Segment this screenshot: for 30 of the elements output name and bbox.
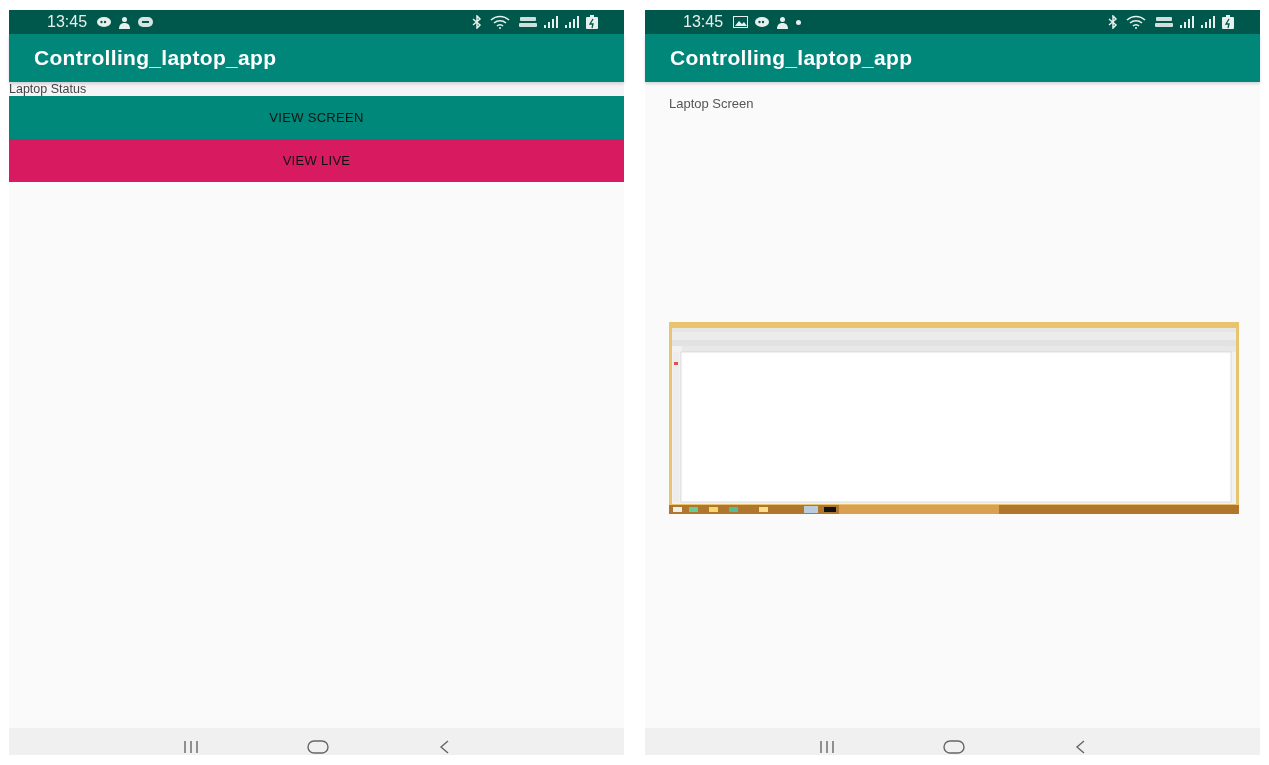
recent-apps-icon[interactable] <box>183 740 198 753</box>
battery-icon <box>1222 15 1234 29</box>
screen-label: Laptop Screen <box>668 95 755 111</box>
app-title: Controlling_laptop_app <box>34 46 277 70</box>
signal-icon <box>1180 16 1194 28</box>
person-icon <box>776 15 790 29</box>
back-icon[interactable] <box>1075 739 1086 754</box>
recent-apps-icon[interactable] <box>819 740 834 753</box>
view-button[interactable]: VIEW LIVE <box>9 139 624 182</box>
dot-icon <box>796 19 802 25</box>
bluetooth-icon <box>471 15 483 29</box>
chat-icon <box>97 17 112 27</box>
wifi-icon <box>1126 15 1148 29</box>
bluetooth-icon <box>1107 15 1119 29</box>
signal-icon <box>544 16 558 28</box>
chat-icon <box>755 17 770 27</box>
image-icon <box>733 16 749 28</box>
signal-icon <box>565 16 579 28</box>
home-icon[interactable] <box>307 739 330 754</box>
app-title: Controlling_laptop_app <box>670 46 913 70</box>
back-icon[interactable] <box>439 739 450 754</box>
clock-time: 13:45 <box>47 13 88 31</box>
home-icon[interactable] <box>943 739 966 754</box>
clock-time: 13:45 <box>683 13 724 31</box>
wifi-icon <box>490 15 512 29</box>
view-button[interactable]: VIEW SCREEN <box>9 96 624 139</box>
status-label: Laptop Status <box>9 82 624 96</box>
battery-icon <box>586 15 598 29</box>
signal-icon <box>1201 16 1215 28</box>
person-icon <box>118 15 132 29</box>
